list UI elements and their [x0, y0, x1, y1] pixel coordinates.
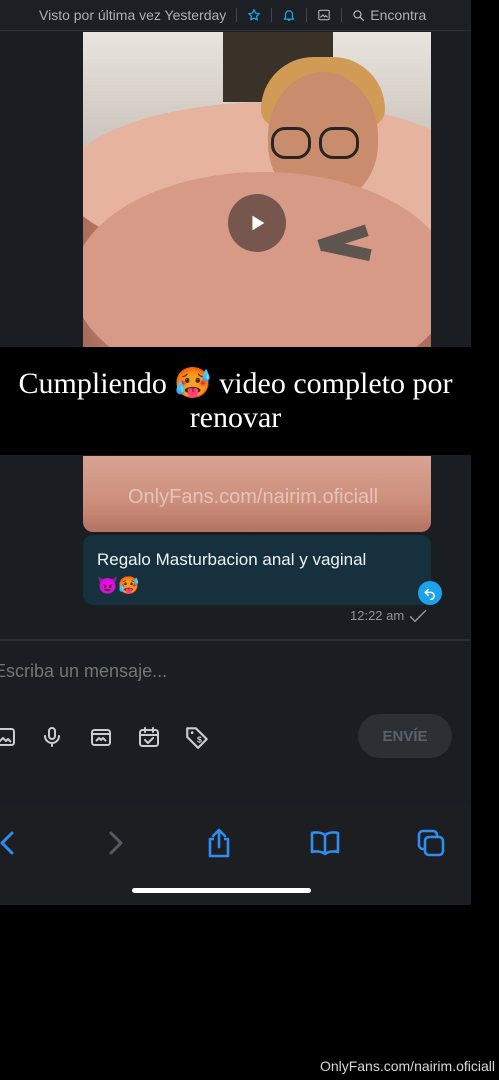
caption-overlay: Cumpliendo 🥵 video completo por renovar	[0, 347, 471, 455]
tabs-icon	[417, 829, 445, 857]
share-icon	[208, 828, 230, 858]
bookmarks-button[interactable]	[307, 825, 343, 861]
share-button[interactable]	[201, 825, 237, 861]
chevron-left-icon	[0, 831, 14, 855]
message-meta: 12:22 am	[350, 608, 427, 623]
price-tag-button[interactable]: $	[182, 722, 212, 752]
divider	[236, 8, 238, 22]
tabs-button[interactable]	[413, 825, 449, 861]
chat-header: Visto por última vez Yesterday Encontra	[0, 0, 471, 31]
divider	[306, 8, 308, 22]
checkmark-icon	[409, 609, 427, 622]
book-icon	[310, 831, 340, 856]
message-text-block: Regalo Masturbacion anal y vaginal 😈🥵	[97, 547, 417, 599]
calendar-icon	[139, 727, 159, 747]
media-watermark: OnlyFans.com/nairim.oficiall	[128, 486, 379, 508]
message-text: Regalo Masturbacion anal y vaginal	[97, 550, 367, 569]
search-icon	[353, 9, 365, 21]
star-icon[interactable]	[247, 8, 261, 22]
undo-button[interactable]	[418, 581, 442, 605]
microphone-icon	[44, 727, 60, 747]
caption-line-1: Cumpliendo 🥵 video completo por	[18, 367, 453, 400]
gallery-icon[interactable]	[317, 8, 331, 22]
play-icon	[252, 215, 265, 231]
footer-watermark: OnlyFans.com/nairim.oficiall	[319, 1058, 495, 1074]
voice-button[interactable]	[37, 722, 67, 752]
home-indicator	[132, 888, 311, 893]
image-icon	[0, 728, 15, 746]
price-tag-icon: $	[186, 727, 208, 749]
vault-icon	[91, 729, 111, 746]
schedule-button[interactable]	[134, 722, 164, 752]
message-input[interactable]	[0, 660, 436, 683]
back-button[interactable]	[0, 825, 26, 861]
message-bubble: Regalo Masturbacion anal y vaginal 😈🥵	[83, 535, 431, 605]
svg-text:$: $	[197, 734, 202, 744]
message-emojis: 😈🥵	[97, 576, 140, 595]
search-label: Encontra	[370, 7, 427, 23]
caption-line-2: renovar	[189, 401, 282, 434]
play-button[interactable]	[228, 194, 286, 252]
forward-button[interactable]	[97, 825, 133, 861]
divider	[271, 8, 273, 22]
send-button[interactable]: ENVÍE	[358, 714, 452, 758]
composer-divider	[0, 639, 471, 641]
video-thumbnail[interactable]	[83, 32, 431, 348]
image-upload-button[interactable]	[0, 722, 20, 752]
chevron-right-icon	[109, 831, 123, 855]
last-seen-status: Visto por última vez Yesterday	[39, 7, 227, 23]
media-preview[interactable]: OnlyFans.com/nairim.oficiall	[83, 456, 431, 532]
bell-icon[interactable]	[282, 8, 296, 22]
vault-button[interactable]	[86, 722, 116, 752]
search-button[interactable]: Encontra	[352, 7, 426, 23]
undo-icon	[424, 588, 435, 600]
message-time: 12:22 am	[350, 608, 405, 623]
divider	[341, 8, 343, 22]
